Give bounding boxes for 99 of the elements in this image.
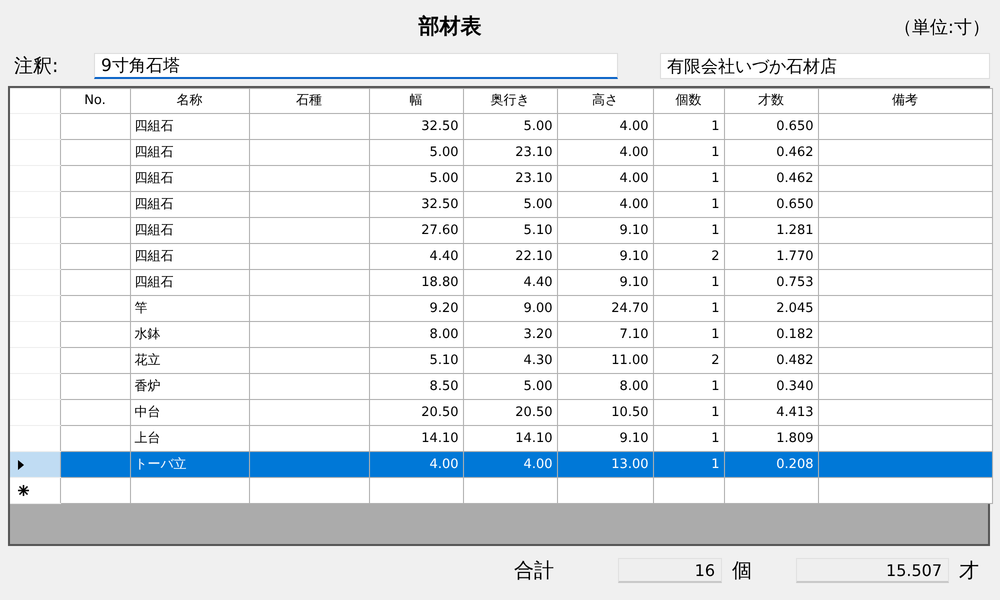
sai-unit: 才: [958, 557, 979, 584]
current-row-icon: [18, 460, 24, 470]
table-cell: 9.20: [369, 296, 463, 322]
table-cell: 四組石: [130, 140, 249, 166]
total-count-field: 16: [618, 558, 722, 582]
table-cell: 四組石: [130, 218, 249, 244]
table-cell: トーバ立: [130, 452, 249, 478]
table-cell: 1: [653, 374, 724, 400]
column-header[interactable]: 石種: [249, 88, 369, 114]
table-cell: 2: [653, 244, 724, 270]
table-cell: 8.00: [369, 322, 463, 348]
table-cell: 7.10: [557, 322, 653, 348]
company-field[interactable]: 有限会社いづか石材店: [660, 53, 990, 79]
table-cell: 四組石: [130, 192, 249, 218]
table-cell: 9.10: [557, 270, 653, 296]
table-cell: 中台: [130, 400, 249, 426]
column-header[interactable]: 奥行き: [463, 88, 557, 114]
column-header[interactable]: 個数: [653, 88, 724, 114]
table-cell: 2: [653, 348, 724, 374]
table-cell: 5.10: [463, 218, 557, 244]
table-cell: 1: [653, 114, 724, 140]
table-cell: 10.50: [557, 400, 653, 426]
column-header[interactable]: 名称: [130, 88, 249, 114]
table-cell: 13.00: [557, 452, 653, 478]
total-label: 合計: [514, 557, 555, 584]
table-cell: 1.770: [724, 244, 818, 270]
table-cell: 1: [653, 192, 724, 218]
table-cell: 1: [653, 296, 724, 322]
table-cell: 2.045: [724, 296, 818, 322]
table-cell: 0.340: [724, 374, 818, 400]
table-cell: 1: [653, 218, 724, 244]
table-cell: 0.182: [724, 322, 818, 348]
column-header[interactable]: 才数: [724, 88, 818, 114]
table-cell: 23.10: [463, 140, 557, 166]
table-cell: 5.00: [369, 140, 463, 166]
table-cell: 11.00: [557, 348, 653, 374]
table-cell: 20.50: [369, 400, 463, 426]
table-cell: 四組石: [130, 114, 249, 140]
table-cell: 5.00: [463, 114, 557, 140]
table-cell: 9.10: [557, 244, 653, 270]
report-title: 部材表: [418, 14, 482, 38]
table-cell: 花立: [130, 348, 249, 374]
table-cell: 4.00: [557, 166, 653, 192]
table-cell: 8.50: [369, 374, 463, 400]
table-cell: 四組石: [130, 270, 249, 296]
table-cell: 水鉢: [130, 322, 249, 348]
table-cell: 1: [653, 452, 724, 478]
column-header[interactable]: 備考: [818, 88, 992, 114]
table-cell: 32.50: [369, 192, 463, 218]
table-cell: 0.462: [724, 166, 818, 192]
column-header[interactable]: 高さ: [557, 88, 653, 114]
table-cell: 四組石: [130, 166, 249, 192]
table-cell: 4.40: [369, 244, 463, 270]
table-cell: 23.10: [463, 166, 557, 192]
note-label: 注釈:: [14, 54, 60, 79]
count-unit: 個: [731, 557, 753, 584]
table-cell: 0.650: [724, 192, 818, 218]
table-cell: 4.00: [557, 192, 653, 218]
table-cell: 18.80: [369, 270, 463, 296]
table-cell: 9.00: [463, 296, 557, 322]
table-cell: 0.482: [724, 348, 818, 374]
table-cell: 1: [653, 400, 724, 426]
table-cell: 4.30: [463, 348, 557, 374]
table-cell: 22.10: [463, 244, 557, 270]
table-cell: 4.40: [463, 270, 557, 296]
table-cell: 香炉: [130, 374, 249, 400]
table-cell: 5.10: [369, 348, 463, 374]
table-cell: 4.00: [463, 452, 557, 478]
table-cell: 24.70: [557, 296, 653, 322]
table-cell: 5.00: [463, 192, 557, 218]
table-cell: 1: [653, 322, 724, 348]
table-cell: 5.00: [369, 166, 463, 192]
new-row-icon: [18, 485, 29, 496]
table-cell: 4.00: [557, 114, 653, 140]
table-cell: 1.281: [724, 218, 818, 244]
table-cell: 20.50: [463, 400, 557, 426]
table-cell: 1: [653, 166, 724, 192]
table-cell: 0.753: [724, 270, 818, 296]
table-cell: 竿: [130, 296, 249, 322]
table-cell: 四組石: [130, 244, 249, 270]
column-header[interactable]: 幅: [369, 88, 463, 114]
table-cell: 1: [653, 140, 724, 166]
table-cell: 3.20: [463, 322, 557, 348]
table-cell: 8.00: [557, 374, 653, 400]
table-cell: 9.10: [557, 218, 653, 244]
table-cell: 1: [653, 270, 724, 296]
table-cell: 4.00: [557, 140, 653, 166]
total-sai-field: 15.507: [796, 558, 949, 582]
table-cell: 27.60: [369, 218, 463, 244]
table-cell: 5.00: [463, 374, 557, 400]
table-cell: 0.208: [724, 452, 818, 478]
table-cell: 4.00: [369, 452, 463, 478]
table-cell: 32.50: [369, 114, 463, 140]
table-cell: 0.462: [724, 140, 818, 166]
column-header[interactable]: No.: [60, 88, 130, 114]
table-cell: 4.413: [724, 400, 818, 426]
unit-note: （単位:寸）: [894, 16, 990, 40]
note-field[interactable]: 9寸角石塔: [94, 53, 618, 79]
table-cell: 0.650: [724, 114, 818, 140]
